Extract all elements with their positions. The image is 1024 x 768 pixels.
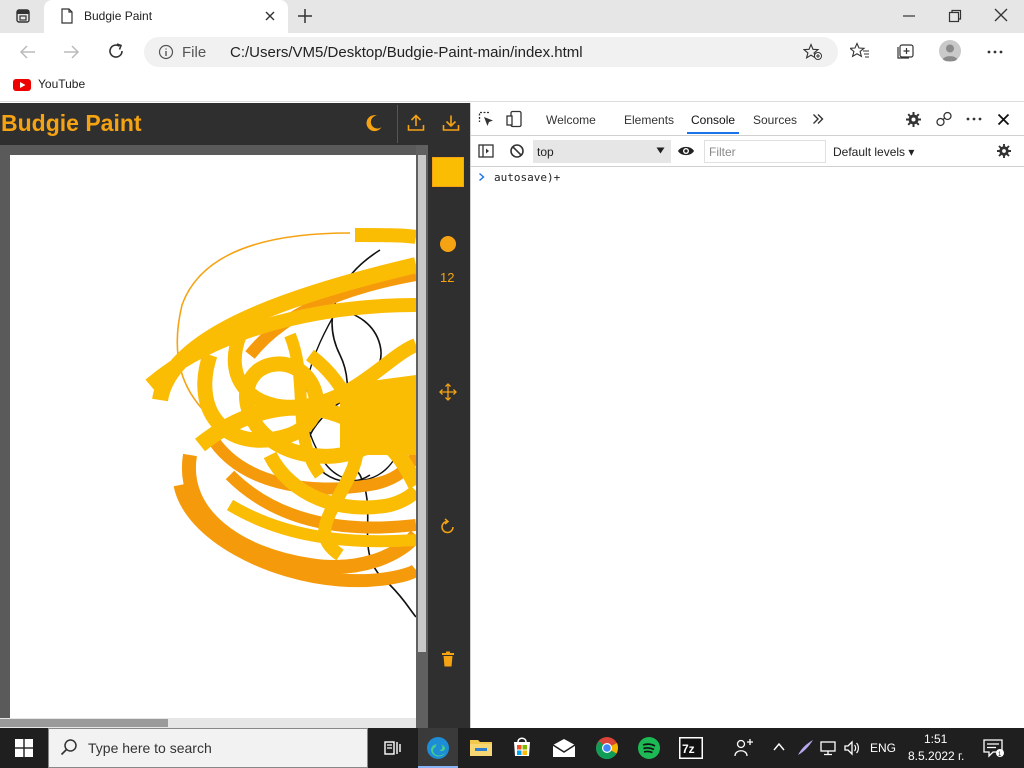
- refresh-icon[interactable]: [107, 42, 125, 60]
- info-icon[interactable]: [158, 44, 174, 60]
- file-scheme-label: File: [182, 44, 207, 61]
- upload-icon[interactable]: [406, 113, 426, 133]
- page-icon: [60, 8, 74, 24]
- tab-console[interactable]: Console: [691, 113, 735, 127]
- favorites-icon[interactable]: [850, 42, 870, 60]
- favorite-youtube[interactable]: YouTube: [38, 77, 85, 91]
- pen-icon[interactable]: [796, 739, 814, 757]
- minimize-icon[interactable]: [902, 9, 916, 23]
- clear-console-icon[interactable]: [509, 143, 525, 159]
- forward-icon[interactable]: [62, 43, 80, 61]
- restore-icon[interactable]: [948, 9, 962, 23]
- language-indicator[interactable]: ENG: [870, 741, 896, 755]
- tab-actions-icon[interactable]: [14, 7, 32, 25]
- customize-icon[interactable]: [935, 111, 953, 128]
- context-dropdown-icon: [656, 147, 665, 154]
- console-input-line[interactable]: autosave)+: [494, 171, 560, 184]
- sidebar-toggle-icon[interactable]: [478, 143, 494, 159]
- filter-placeholder: Filter: [709, 145, 736, 159]
- store-icon[interactable]: [511, 736, 533, 758]
- search-icon: [60, 738, 78, 756]
- prompt-chevron-icon: [478, 172, 486, 182]
- vertical-scroll-thumb[interactable]: [418, 155, 426, 652]
- notifications-icon[interactable]: 1: [982, 738, 1004, 758]
- search-placeholder: Type here to search: [88, 740, 212, 756]
- svg-text:7z: 7z: [682, 742, 695, 756]
- youtube-icon: [13, 79, 31, 91]
- collections-icon[interactable]: [895, 42, 915, 60]
- close-tab-icon[interactable]: [264, 10, 276, 22]
- more-menu-icon[interactable]: [986, 43, 1004, 61]
- device-toolbar-icon[interactable]: [506, 110, 523, 128]
- tool-panel: [428, 145, 470, 728]
- context-value: top: [537, 145, 554, 159]
- tab-title: Budgie Paint: [84, 9, 153, 23]
- drawing-canvas[interactable]: [10, 155, 416, 718]
- url-text[interactable]: C:/Users/VM5/Desktop/Budgie-Paint-main/i…: [230, 44, 583, 61]
- download-icon[interactable]: [441, 113, 461, 133]
- new-tab-icon[interactable]: [296, 7, 314, 25]
- browser-tab[interactable]: [44, 0, 288, 33]
- horizontal-scroll-thumb[interactable]: [0, 719, 168, 727]
- back-icon[interactable]: [19, 43, 37, 61]
- devtools-close-icon[interactable]: [997, 113, 1010, 126]
- tab-elements[interactable]: Elements: [624, 113, 674, 127]
- file-explorer-icon[interactable]: [469, 736, 493, 758]
- inspect-element-icon[interactable]: [478, 111, 495, 128]
- show-hidden-icons[interactable]: [773, 742, 785, 752]
- clock-date[interactable]: 8.5.2022 г.: [908, 749, 964, 763]
- 7zip-icon[interactable]: 7z: [679, 737, 703, 759]
- brush-size-value: 12: [440, 270, 455, 285]
- brush-size-dot[interactable]: [440, 236, 456, 252]
- dark-mode-icon[interactable]: [364, 113, 384, 133]
- live-expression-icon[interactable]: [677, 144, 695, 158]
- devtools-more-icon[interactable]: [965, 113, 983, 125]
- network-icon[interactable]: [819, 739, 837, 757]
- chrome-icon[interactable]: [595, 736, 619, 760]
- trash-icon[interactable]: [441, 651, 455, 667]
- clock-time[interactable]: 1:51: [924, 732, 947, 746]
- windows-start-icon[interactable]: [15, 739, 33, 757]
- console-output[interactable]: [470, 167, 1024, 728]
- people-icon[interactable]: [734, 738, 754, 758]
- tab-welcome[interactable]: Welcome: [546, 113, 596, 127]
- header-divider: [397, 105, 398, 143]
- log-levels-dropdown[interactable]: Default levels ▾: [833, 145, 914, 159]
- move-icon[interactable]: [439, 383, 457, 401]
- canvas-drawing: [145, 228, 416, 618]
- favorites-bar: [0, 71, 1024, 102]
- more-tabs-icon[interactable]: [812, 113, 824, 125]
- devtools-settings-icon[interactable]: [905, 111, 922, 128]
- active-tab-indicator: [687, 132, 739, 134]
- app-title: Budgie Paint: [1, 110, 142, 136]
- rotate-icon[interactable]: [440, 517, 456, 535]
- tab-sources[interactable]: Sources: [753, 113, 797, 127]
- task-view-icon[interactable]: [382, 738, 402, 758]
- spotify-icon[interactable]: [637, 736, 661, 760]
- edge-icon: [426, 736, 450, 760]
- close-window-icon[interactable]: [994, 8, 1008, 22]
- mail-icon[interactable]: [552, 738, 576, 758]
- volume-icon[interactable]: [843, 739, 861, 757]
- console-settings-icon[interactable]: [996, 143, 1012, 159]
- color-picker-swatch[interactable]: [432, 157, 464, 187]
- add-favorite-icon[interactable]: [803, 43, 823, 61]
- profile-avatar[interactable]: [939, 40, 961, 62]
